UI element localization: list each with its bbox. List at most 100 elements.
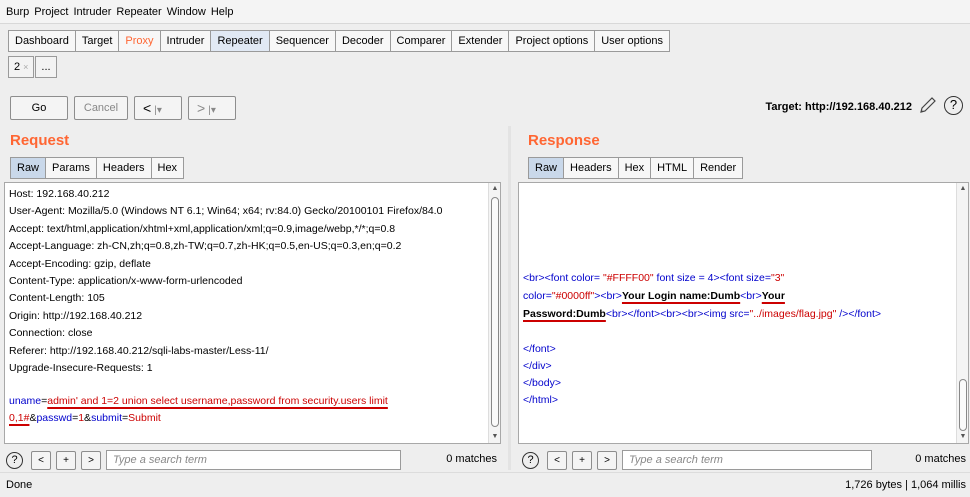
menu-repeater[interactable]: Repeater: [116, 6, 161, 18]
search-next-button[interactable]: >: [597, 450, 617, 470]
html-attr-value: "../images/flag.jpg": [749, 308, 837, 320]
password-value-text: Password:Dumb: [523, 308, 606, 320]
search-input[interactable]: Type a search term: [622, 450, 872, 470]
menu-project[interactable]: Project: [34, 6, 68, 18]
menu-intruder[interactable]: Intruder: [74, 6, 112, 18]
tab-extender[interactable]: Extender: [451, 30, 509, 52]
request-view-tabs: Raw Params Headers Hex: [10, 157, 185, 179]
menu-burp[interactable]: Burp: [6, 6, 29, 18]
request-header-line: User-Agent: Mozilla/5.0 (Windows NT 6.1;…: [9, 205, 443, 218]
request-tab-raw[interactable]: Raw: [11, 158, 47, 178]
scroll-down-icon[interactable]: ▼: [958, 432, 968, 442]
password-label-text: Your: [761, 290, 785, 302]
html-tag: </font>: [848, 308, 882, 320]
back-arrow-icon: <: [143, 100, 152, 116]
tab-decoder[interactable]: Decoder: [334, 30, 390, 52]
request-header-line: Accept-Language: zh-CN,zh;q=0.8,zh-TW;q=…: [9, 240, 402, 253]
request-header-line: Content-Length: 105: [9, 292, 105, 305]
help-icon[interactable]: ?: [6, 451, 23, 469]
response-line-html-close: </html>: [523, 394, 559, 406]
request-tab-hex[interactable]: Hex: [152, 158, 184, 178]
scroll-up-icon[interactable]: ▲: [958, 184, 968, 194]
response-editor[interactable]: <br><font color= "#FFFF00" font size = 4…: [518, 182, 969, 444]
request-search-bar: ? < + > Type a search term: [6, 447, 401, 473]
pencil-icon[interactable]: [918, 95, 938, 115]
tab-repeater[interactable]: Repeater: [210, 30, 269, 52]
search-add-button[interactable]: +: [572, 450, 592, 470]
search-prev-button[interactable]: <: [31, 450, 51, 470]
request-header-line: Content-Type: application/x-www-form-url…: [9, 275, 243, 287]
repeater-tab-label: 2: [14, 61, 21, 73]
scroll-down-icon[interactable]: ▼: [490, 432, 500, 442]
html-attr-value: "#0000ff": [551, 290, 595, 302]
search-add-button[interactable]: +: [56, 450, 76, 470]
tab-comparer[interactable]: Comparer: [389, 30, 452, 52]
request-scrollbar[interactable]: ▲ ▼: [488, 183, 500, 443]
response-search-bar: ? < + > Type a search term: [522, 447, 872, 473]
request-header-line: Host: 192.168.40.212: [9, 188, 110, 200]
html-tag: </font>: [627, 308, 661, 320]
menu-window[interactable]: Window: [167, 6, 206, 18]
menu-help[interactable]: Help: [211, 6, 234, 18]
tab-intruder[interactable]: Intruder: [159, 30, 211, 52]
tab-sequencer[interactable]: Sequencer: [268, 30, 335, 52]
back-button[interactable]: < |▾: [134, 96, 182, 120]
tab-dashboard[interactable]: Dashboard: [8, 30, 75, 52]
search-next-button[interactable]: >: [81, 450, 101, 470]
html-tag: <br>: [681, 308, 704, 320]
response-tab-headers[interactable]: Headers: [564, 158, 619, 178]
new-tab-button[interactable]: ...: [35, 56, 57, 78]
response-size-info: 1,726 bytes | 1,064 millis: [845, 479, 966, 491]
search-input[interactable]: Type a search term: [106, 450, 401, 470]
search-prev-button[interactable]: <: [547, 450, 567, 470]
param-passwd-key: passwd: [36, 412, 73, 424]
request-header-line: Accept: text/html,application/xhtml+xml,…: [9, 222, 396, 235]
help-icon[interactable]: ?: [944, 96, 963, 115]
request-tab-params[interactable]: Params: [46, 158, 97, 178]
response-tab-render[interactable]: Render: [694, 158, 742, 178]
response-line-font-close: </font>: [523, 343, 556, 355]
forward-dropdown-icon: |▾: [208, 105, 216, 116]
help-icon[interactable]: ?: [522, 451, 539, 469]
tab-proxy[interactable]: Proxy: [118, 30, 160, 52]
repeater-tab-2[interactable]: 2 ×: [8, 56, 35, 78]
status-text: Done: [6, 479, 33, 491]
target-label: Target: http://192.168.40.212: [765, 101, 912, 113]
tab-project-options[interactable]: Project options: [508, 30, 595, 52]
response-tab-html[interactable]: HTML: [651, 158, 695, 178]
html-tag: <img src=: [703, 308, 750, 320]
html-attr: color=: [523, 290, 552, 302]
scroll-up-icon[interactable]: ▲: [490, 184, 500, 194]
html-attr-value: "3": [770, 272, 785, 284]
response-view-tabs: Raw Headers Hex HTML Render: [528, 157, 744, 179]
tab-target[interactable]: Target: [74, 30, 119, 52]
request-header-line: Origin: http://192.168.40.212: [9, 309, 143, 322]
response-line-div-close: </div>: [523, 360, 552, 372]
param-uname-value: admin' and 1=2 union select username,pas…: [47, 395, 388, 407]
scrollbar-thumb[interactable]: [491, 197, 499, 427]
html-tag: <br>: [600, 290, 622, 302]
response-line-1: <br><font color= "#FFFF00" font size = 4…: [523, 270, 784, 286]
request-header-line: Connection: close: [9, 327, 93, 340]
response-tab-hex[interactable]: Hex: [619, 158, 652, 178]
param-uname-key: uname: [9, 395, 42, 407]
param-submit-key: submit: [91, 412, 122, 424]
html-attr-value: "#FFFF00": [602, 272, 654, 284]
request-tab-headers[interactable]: Headers: [97, 158, 152, 178]
cancel-button[interactable]: Cancel: [74, 96, 128, 120]
response-scrollbar[interactable]: ▲ ▼: [956, 183, 968, 443]
tab-user-options[interactable]: User options: [594, 30, 670, 52]
forward-button[interactable]: > |▾: [188, 96, 236, 120]
go-button[interactable]: Go: [10, 96, 68, 120]
html-tag: <font size=: [719, 272, 771, 284]
close-icon[interactable]: ×: [23, 62, 28, 72]
response-tab-raw[interactable]: Raw: [529, 158, 565, 178]
html-tag: font size = 4>: [653, 272, 720, 284]
forward-arrow-icon: >: [197, 100, 206, 116]
scrollbar-thumb[interactable]: [959, 379, 967, 431]
request-editor[interactable]: Host: 192.168.40.212 User-Agent: Mozilla/…: [4, 182, 501, 444]
response-line-body-close: </body>: [523, 377, 561, 389]
login-name-text: Your Login name:Dumb: [621, 290, 741, 302]
menu-bar: Burp Project Intruder Repeater Window He…: [0, 0, 970, 24]
split-divider[interactable]: [508, 126, 511, 470]
